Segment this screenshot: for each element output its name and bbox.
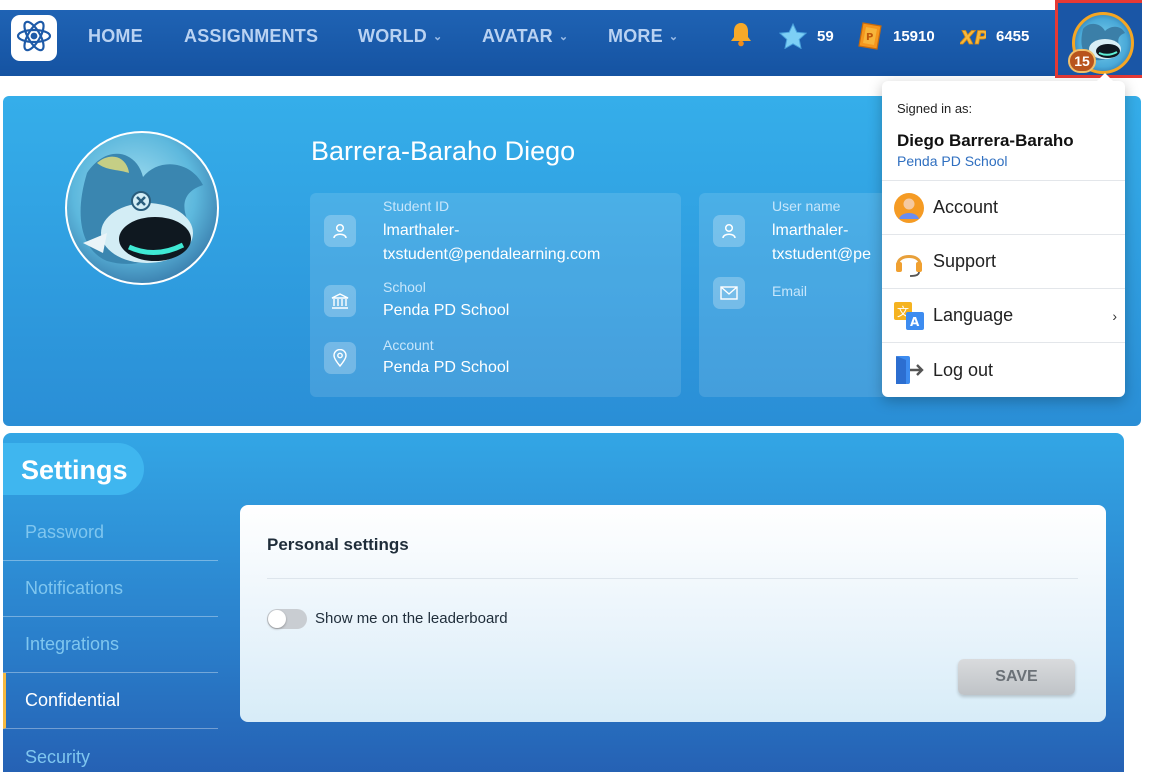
user-icon <box>324 215 356 247</box>
notifications-button[interactable] <box>729 10 753 62</box>
headset-icon <box>892 245 926 279</box>
leaderboard-toggle[interactable] <box>267 609 307 629</box>
settings-title: Settings <box>21 455 128 485</box>
user-info-card: User name lmarthaler- txstudent@pe Email <box>699 193 899 397</box>
bell-icon <box>729 21 753 51</box>
nav-world-label: WORLD <box>358 25 427 46</box>
fish-avatar-icon <box>80 153 203 264</box>
settings-nav-integrations[interactable]: Integrations <box>3 617 218 673</box>
username-value-line2: txstudent@pe <box>772 246 871 263</box>
school-value: Penda PD School <box>383 302 510 319</box>
email-icon <box>713 277 745 309</box>
nav-avatar[interactable]: AVATAR ⌄ <box>482 10 568 62</box>
email-label: Email <box>772 283 808 299</box>
stars-count: 59 <box>817 27 834 45</box>
settings-nav-label: Notifications <box>25 578 124 598</box>
nav-world[interactable]: WORLD ⌄ <box>358 10 442 62</box>
username-label: User name <box>772 198 841 214</box>
stars-counter[interactable]: 59 <box>779 10 834 62</box>
coins-count: 15910 <box>893 27 935 45</box>
user-icon <box>713 215 745 247</box>
nav-assignments[interactable]: ASSIGNMENTS <box>184 10 318 62</box>
settings-nav-password[interactable]: Password <box>3 505 218 561</box>
svg-text:P: P <box>866 32 873 43</box>
star-icon <box>779 23 807 49</box>
app-logo[interactable] <box>11 15 57 61</box>
username-value-line1: lmarthaler- <box>772 222 849 239</box>
signed-in-user-name: Diego Barrera-Baraho <box>897 131 1074 150</box>
student-id-value-line2: txstudent@pendalearning.com <box>383 246 601 263</box>
signed-in-school: Penda PD School <box>897 153 1008 169</box>
nav-home-label: HOME <box>88 25 143 46</box>
menu-item-language[interactable]: 文A Language › <box>882 288 1125 342</box>
divider <box>267 578 1078 579</box>
coin-icon: P <box>857 22 883 50</box>
leaderboard-toggle-label: Show me on the leaderboard <box>315 610 508 627</box>
menu-item-logout[interactable]: Log out <box>882 342 1125 397</box>
svg-text:A: A <box>910 315 920 329</box>
account-label: Account <box>383 337 434 353</box>
level-badge: 15 <box>1068 49 1096 73</box>
atom-icon <box>15 17 53 60</box>
menu-item-label: Support <box>933 251 997 271</box>
xp-icon: XP <box>960 24 986 48</box>
nav-more-label: MORE <box>608 25 663 46</box>
xp-counter[interactable]: XP 6455 <box>960 10 1029 62</box>
coins-counter[interactable]: P 15910 <box>857 10 935 62</box>
menu-item-support[interactable]: Support <box>882 234 1125 288</box>
account-value: Penda PD School <box>383 359 510 376</box>
account-icon <box>892 191 926 225</box>
xp-count: 6455 <box>996 27 1030 45</box>
settings-nav-label: Password <box>25 522 105 542</box>
nav-assignments-label: ASSIGNMENTS <box>184 25 319 46</box>
settings-nav-label: Confidential <box>25 690 121 710</box>
settings-nav-confidential[interactable]: Confidential <box>3 673 218 729</box>
translate-icon: 文A <box>892 299 926 333</box>
chevron-down-icon: ⌄ <box>558 30 569 43</box>
student-id-value-line1: lmarthaler- <box>383 222 460 239</box>
location-pin-icon <box>324 342 356 374</box>
svg-text:XP: XP <box>960 27 986 48</box>
nav-avatar-label: AVATAR <box>482 25 553 46</box>
profile-avatar <box>65 131 219 285</box>
signed-in-label: Signed in as: <box>897 101 973 116</box>
settings-nav-security[interactable]: Security <box>3 729 218 772</box>
menu-item-label: Account <box>933 197 999 217</box>
page-margin <box>1142 0 1151 772</box>
chevron-right-icon: › <box>1112 307 1117 324</box>
student-id-label: Student ID <box>383 198 450 214</box>
menu-item-label: Log out <box>933 359 994 380</box>
student-info-card: Student ID lmarthaler- txstudent@pendale… <box>310 193 681 397</box>
nav-home[interactable]: HOME <box>88 10 143 62</box>
panel-title: Personal settings <box>267 535 409 554</box>
settings-nav-label: Integrations <box>25 634 120 654</box>
logout-icon <box>892 353 926 387</box>
chevron-down-icon: ⌄ <box>432 30 443 43</box>
school-label: School <box>383 279 426 295</box>
profile-name: Barrera-Baraho Diego <box>311 136 576 166</box>
chevron-down-icon: ⌄ <box>668 30 679 43</box>
settings-nav-label: Security <box>25 746 91 767</box>
personal-settings-panel: Personal settings Show me on the leaderb… <box>240 505 1106 722</box>
save-button[interactable]: SAVE <box>958 659 1075 695</box>
menu-item-label: Language <box>933 305 1014 325</box>
user-avatar-button[interactable]: 15 <box>1055 0 1147 78</box>
settings-nav-notifications[interactable]: Notifications <box>3 561 218 617</box>
top-nav-bar: HOME ASSIGNMENTS WORLD ⌄ AVATAR ⌄ MORE ⌄… <box>0 0 1147 78</box>
nav-more[interactable]: MORE ⌄ <box>608 10 678 62</box>
menu-item-account[interactable]: Account <box>882 180 1125 234</box>
settings-section: Settings Password Notifications Integrat… <box>3 433 1124 772</box>
toggle-knob <box>268 610 286 628</box>
building-icon <box>324 285 356 317</box>
user-dropdown-menu: Signed in as: Diego Barrera-Baraho Penda… <box>882 73 1125 397</box>
